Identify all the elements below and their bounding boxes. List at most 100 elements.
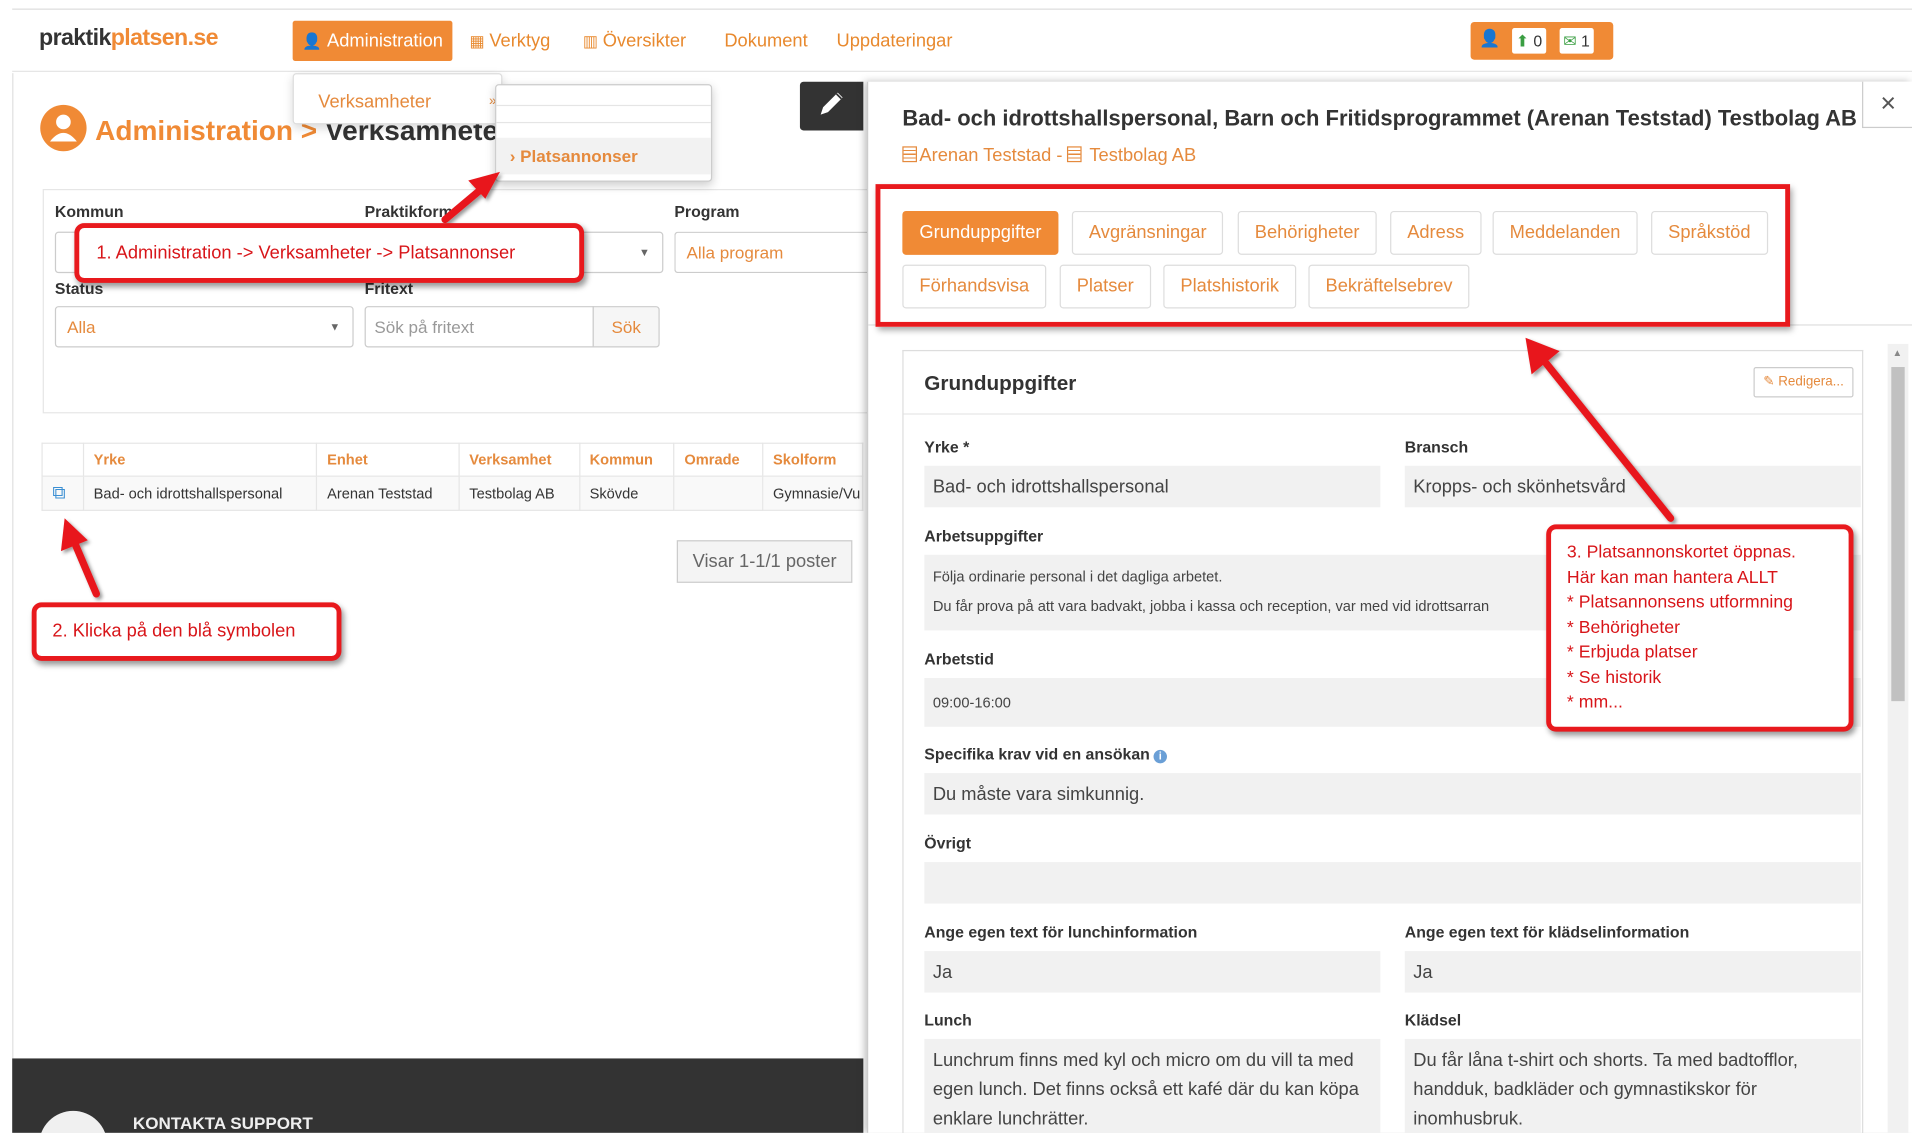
- user-icon: 👤: [1479, 28, 1501, 48]
- logo-part-a: praktik: [39, 25, 111, 52]
- kommun-label: Kommun: [54, 202, 124, 221]
- administration-dropdown: Verksamheter »: [292, 73, 503, 125]
- ovrigt-label: Övrigt: [924, 834, 972, 853]
- nav-administration-label: Administration: [327, 30, 443, 52]
- panel-sub-unit[interactable]: Arenan Teststad: [919, 145, 1051, 166]
- annotation-step-3-line: * Se historik: [1566, 667, 1662, 688]
- annotation-step-3-line: * Behörigheter: [1566, 617, 1680, 638]
- table-header-enhet[interactable]: Enhet: [316, 442, 460, 477]
- nav-oversikter-label: Översikter: [602, 30, 687, 52]
- card-title: Grunduppgifter: [924, 371, 1077, 396]
- annotation-step-3-line: 3. Platsannonskortet öppnas.: [1566, 542, 1796, 563]
- scaled-canvas: praktikplatsen.se 👤 Administration ▦ Verkt…: [0, 0, 1912, 1133]
- kladinfo-label: Ange egen text för klädselinformation: [1404, 923, 1690, 942]
- lunchinfo-value: Ja: [924, 951, 1381, 993]
- nav-dokument-label: Dokument: [724, 30, 808, 52]
- bransch-value: Kropps- och skönhetsvård: [1404, 465, 1861, 508]
- external-link-icon[interactable]: ⧉: [52, 483, 65, 504]
- annotation-step-3-line: * Erbjuda platser: [1566, 642, 1698, 663]
- krav-label: Specifika krav vid en ansökan i: [924, 745, 1167, 764]
- pencil-icon: [820, 92, 843, 115]
- program-label: Program: [674, 202, 740, 221]
- pencil-toggle[interactable]: [799, 81, 864, 131]
- krav-value: Du måste vara simkunnig.: [924, 773, 1861, 815]
- status-value: Alla: [67, 317, 96, 337]
- scroll-up-icon[interactable]: ▲: [1893, 348, 1903, 359]
- annotation-step-3-line: * Platsannonsens utformning: [1566, 592, 1794, 613]
- nav-oversikter[interactable]: ▥ Översikter: [573, 21, 696, 61]
- program-value: Alla program: [686, 242, 784, 263]
- submenu-divider: [496, 121, 711, 124]
- tabs-highlight-frame: [875, 184, 1791, 327]
- info-icon[interactable]: i: [1153, 749, 1167, 764]
- logo-part-b: platsen.se: [110, 25, 219, 52]
- verksamheter-submenu: › Platsannonser: [495, 84, 713, 182]
- status-select[interactable]: Alla ▼: [54, 306, 354, 348]
- nav-administration[interactable]: 👤 Administration: [292, 20, 453, 61]
- cell-verksamhet: Testbolag AB: [458, 475, 580, 511]
- ovrigt-value: [924, 862, 1861, 904]
- user-notifications[interactable]: 👤 ⬆ 0 ✉ 1: [1470, 21, 1614, 60]
- panel-sub-company[interactable]: Testbolag AB: [1089, 145, 1196, 166]
- admin-user-icon: [40, 104, 87, 152]
- grunduppgifter-card: Grunduppgifter ✎ Redigera... Yrke * Bad-…: [902, 349, 1864, 1133]
- close-button[interactable]: ×: [1862, 81, 1912, 129]
- arbetstid-label: Arbetstid: [924, 649, 994, 669]
- cell-skolform: Gymnasie/Vu: [762, 475, 864, 511]
- message-badge[interactable]: ✉ 1: [1559, 28, 1594, 54]
- nav-dokument[interactable]: Dokument: [715, 21, 818, 61]
- table-row: ⧉ Bad- och idrottshallspersonal Arenan T…: [41, 475, 864, 511]
- lunch-label: Lunch: [924, 1010, 972, 1030]
- nav-uppdateringar[interactable]: Uppdateringar: [827, 21, 962, 61]
- scroll-thumb[interactable]: [1891, 367, 1905, 702]
- footer: KONTAKTA SUPPORT: [12, 1058, 864, 1133]
- table-header-action: [41, 442, 84, 477]
- table-header-omrade[interactable]: Omrade: [673, 442, 764, 477]
- cell-omrade: [673, 475, 764, 511]
- dropdown-item-verksamheter[interactable]: Verksamheter: [318, 91, 431, 112]
- table-header-kommun[interactable]: Kommun: [578, 442, 675, 477]
- pin-count: 0: [1533, 31, 1543, 50]
- card-divider: [903, 413, 1863, 415]
- table-header-skolform[interactable]: Skolform: [762, 442, 864, 477]
- site-logo[interactable]: praktikplatsen.se: [39, 25, 219, 53]
- annotation-step-2: 2. Klicka på den blå symbolen: [31, 602, 342, 661]
- screenshot-stage: praktikplatsen.se 👤 Administration ▦ Verkt…: [0, 0, 1912, 1133]
- fritext-input[interactable]: Sök på fritext: [364, 306, 594, 348]
- arbetsuppgifter-label: Arbetsuppgifter: [924, 526, 1044, 546]
- search-button[interactable]: Sök: [592, 306, 660, 348]
- edit-button[interactable]: ✎ Redigera...: [1753, 367, 1854, 398]
- nav-verktyg-label: Verktyg: [489, 30, 551, 52]
- edit-button-label: Redigera...: [1778, 374, 1844, 389]
- lunch-value: Lunchrum finns med kyl och micro om du v…: [924, 1038, 1381, 1133]
- nav-verktyg[interactable]: ▦ Verktyg: [460, 21, 560, 61]
- table-header-yrke[interactable]: Yrke: [82, 442, 318, 477]
- pencil-icon: ✎: [1763, 374, 1775, 389]
- submenu-divider: [496, 104, 711, 107]
- panel-scrollbar[interactable]: ▲: [1887, 343, 1909, 1133]
- page-title-main: Administration: [95, 114, 293, 147]
- message-count: 1: [1580, 31, 1590, 50]
- kladsel-value: Du får låna t-shirt och shorts. Ta med b…: [1404, 1038, 1861, 1133]
- yrke-value: Bad- och idrottshallspersonal: [924, 465, 1381, 508]
- building-icon: [1067, 146, 1083, 163]
- calendar-icon: ▦: [469, 31, 485, 50]
- annotation-step-1-text: 1. Administration -> Verksamheter -> Pla…: [96, 242, 516, 264]
- pin-icon: ⬆: [1515, 31, 1530, 50]
- table-header-verksamhet[interactable]: Verksamhet: [458, 442, 580, 477]
- chevron-down-icon: ▼: [639, 246, 650, 259]
- lunchinfo-label: Ange egen text för lunchinformation: [924, 923, 1198, 942]
- annotation-step-2-text: 2. Klicka på den blå symbolen: [52, 620, 296, 642]
- kladinfo-value: Ja: [1404, 951, 1861, 993]
- fritext-placeholder: Sök på fritext: [374, 317, 474, 337]
- footer-support-text[interactable]: KONTAKTA SUPPORT: [133, 1113, 313, 1133]
- kladsel-label: Klädsel: [1404, 1010, 1462, 1030]
- user-icon: 👤: [302, 31, 323, 50]
- program-select[interactable]: Alla program: [674, 231, 882, 274]
- pin-badge[interactable]: ⬆ 0: [1512, 28, 1546, 54]
- submenu-item-platsannonser[interactable]: › Platsannonser: [496, 137, 711, 175]
- annotation-step-3: 3. Platsannonskortet öppnas. Här kan man…: [1546, 524, 1854, 732]
- table-header-row: Yrke Enhet Verksamhet Kommun Omrade Skol…: [41, 442, 864, 477]
- cell-enhet: Arenan Teststad: [316, 475, 460, 511]
- building-icon: [902, 146, 917, 163]
